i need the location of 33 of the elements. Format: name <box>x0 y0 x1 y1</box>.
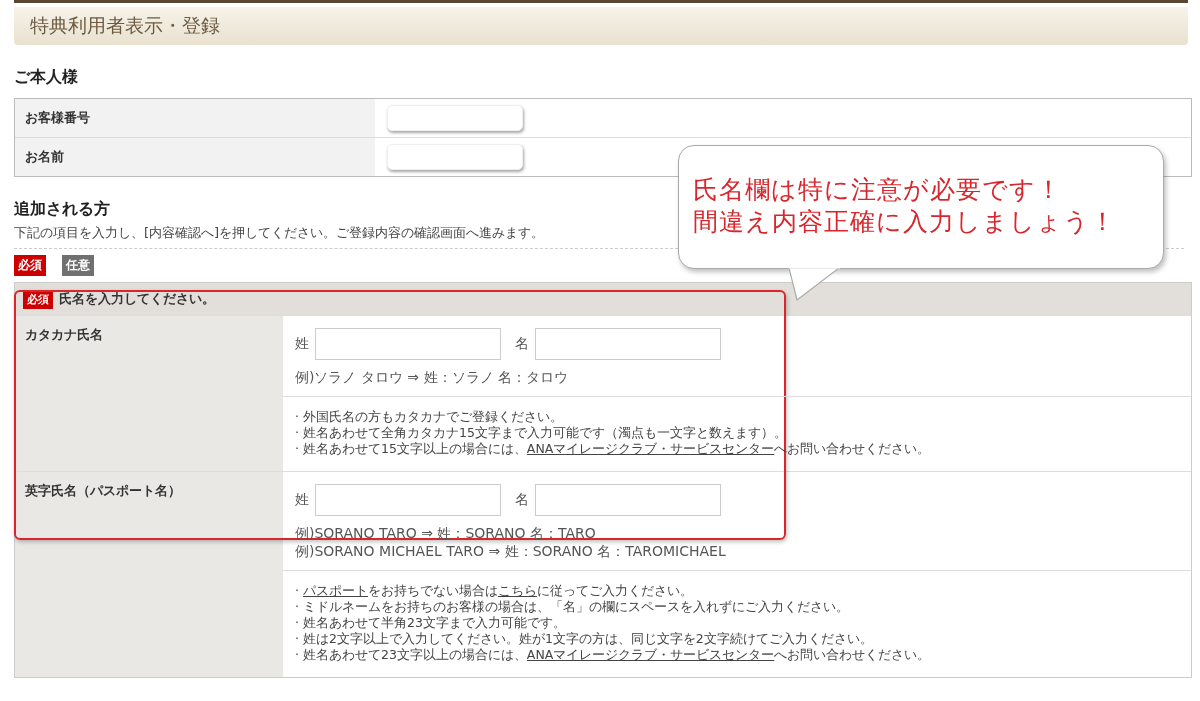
service-link[interactable]: パスポート <box>302 583 368 598</box>
input-field[interactable] <box>535 328 721 360</box>
legend-badge: 任意 <box>62 255 94 276</box>
note-text: · パスポート をお持ちでない場合はこちら に従ってご入力ください。 <box>295 583 694 599</box>
note-text: · 姓名あわせて半角23文字まで入力可能です。 <box>295 615 567 631</box>
input-field[interactable] <box>315 484 501 516</box>
callout-text: 氏名欄は特に注意が必要です！ <box>693 174 1063 206</box>
input-label: 姓 <box>295 491 309 509</box>
field-label: カタカナ氏名 <box>15 316 283 471</box>
row-label: お名前 <box>15 138 375 176</box>
example-text: 例)SORANO MICHAEL TARO ⇒ 姓：SORANO 名：TAROMICHAEL <box>295 542 727 560</box>
input-label: 名 <box>515 335 529 353</box>
note-text: · 姓名あわせて全角カタカナ15文字まで入力可能です（濁点も一文字と数えます）。 <box>295 425 788 441</box>
legend-badge: 必須 <box>14 255 46 276</box>
service-link[interactable]: こちら <box>497 583 537 598</box>
section-heading: ご本人様 <box>14 67 79 88</box>
form-header-text: 氏名を入力してください。 <box>59 290 215 308</box>
example-text: 例)ソラノ タロウ ⇒ 姓：ソラノ 名：タロウ <box>295 368 569 386</box>
note-text: · 外国氏名の方もカタカナでご登録ください。 <box>295 409 564 425</box>
input-label: 名 <box>515 491 529 509</box>
input-label: 姓 <box>295 335 309 353</box>
input-field[interactable] <box>535 484 721 516</box>
service-link[interactable]: ANAマイレージクラブ・サービスセンター <box>526 647 775 662</box>
note-text: · 姓は2文字以上で入力してください。姓が1文字の方は、同じ文字を2文字続けてご入力ください。 <box>295 631 874 647</box>
input-field[interactable] <box>315 328 501 360</box>
row-label: お客様番号 <box>15 99 375 137</box>
note-text: · ミドルネームをお持ちのお客様の場合は、「名」の欄にスペースを入れずにご入力ください。 <box>295 599 850 615</box>
example-text: 例)SORANO TARO ⇒ 姓：SORANO 名：TARO <box>295 524 597 542</box>
field-label: 英字氏名（パスポート名） <box>15 472 283 677</box>
section-heading: 追加される方 <box>14 199 111 220</box>
service-link[interactable]: ANAマイレージクラブ・サービスセンター <box>526 441 775 456</box>
note-text: · 姓名あわせて23文字以上の場合には、ANAマイレージクラブ・サービスセンターへお問い合わせください。 <box>295 647 932 663</box>
page-title: 特典利用者表示・登録 <box>30 13 220 38</box>
